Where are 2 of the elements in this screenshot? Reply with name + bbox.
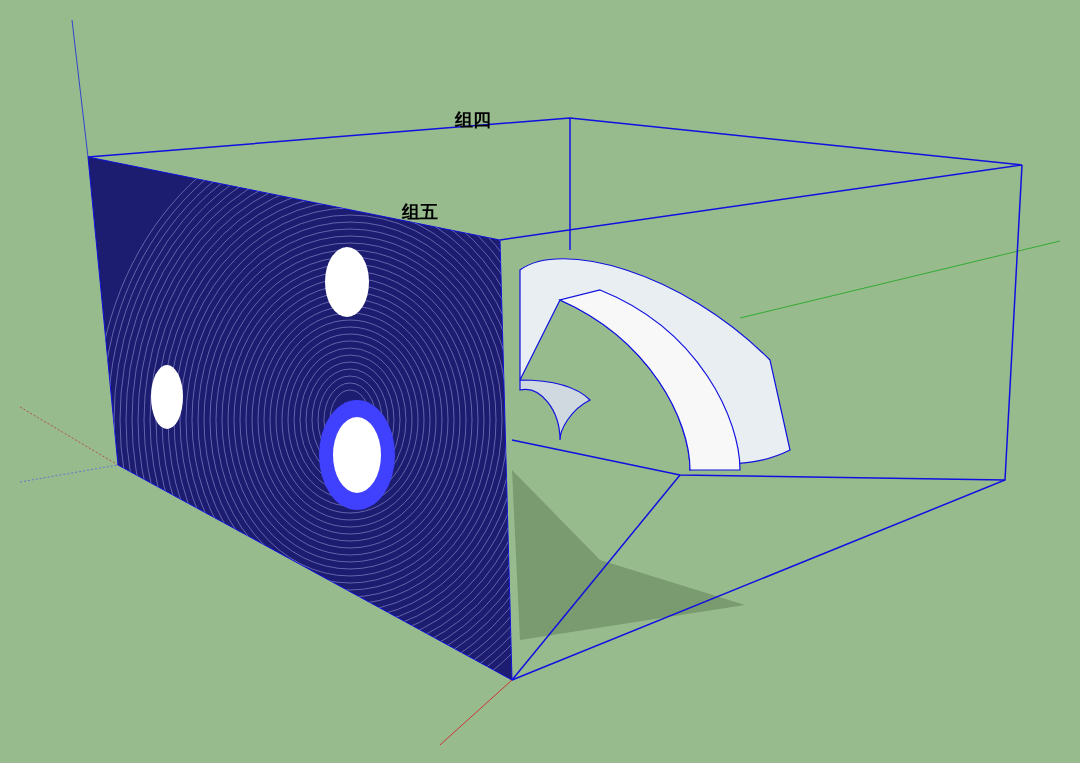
group-label: 组四: [455, 108, 491, 132]
group-label: 组五: [402, 200, 438, 224]
